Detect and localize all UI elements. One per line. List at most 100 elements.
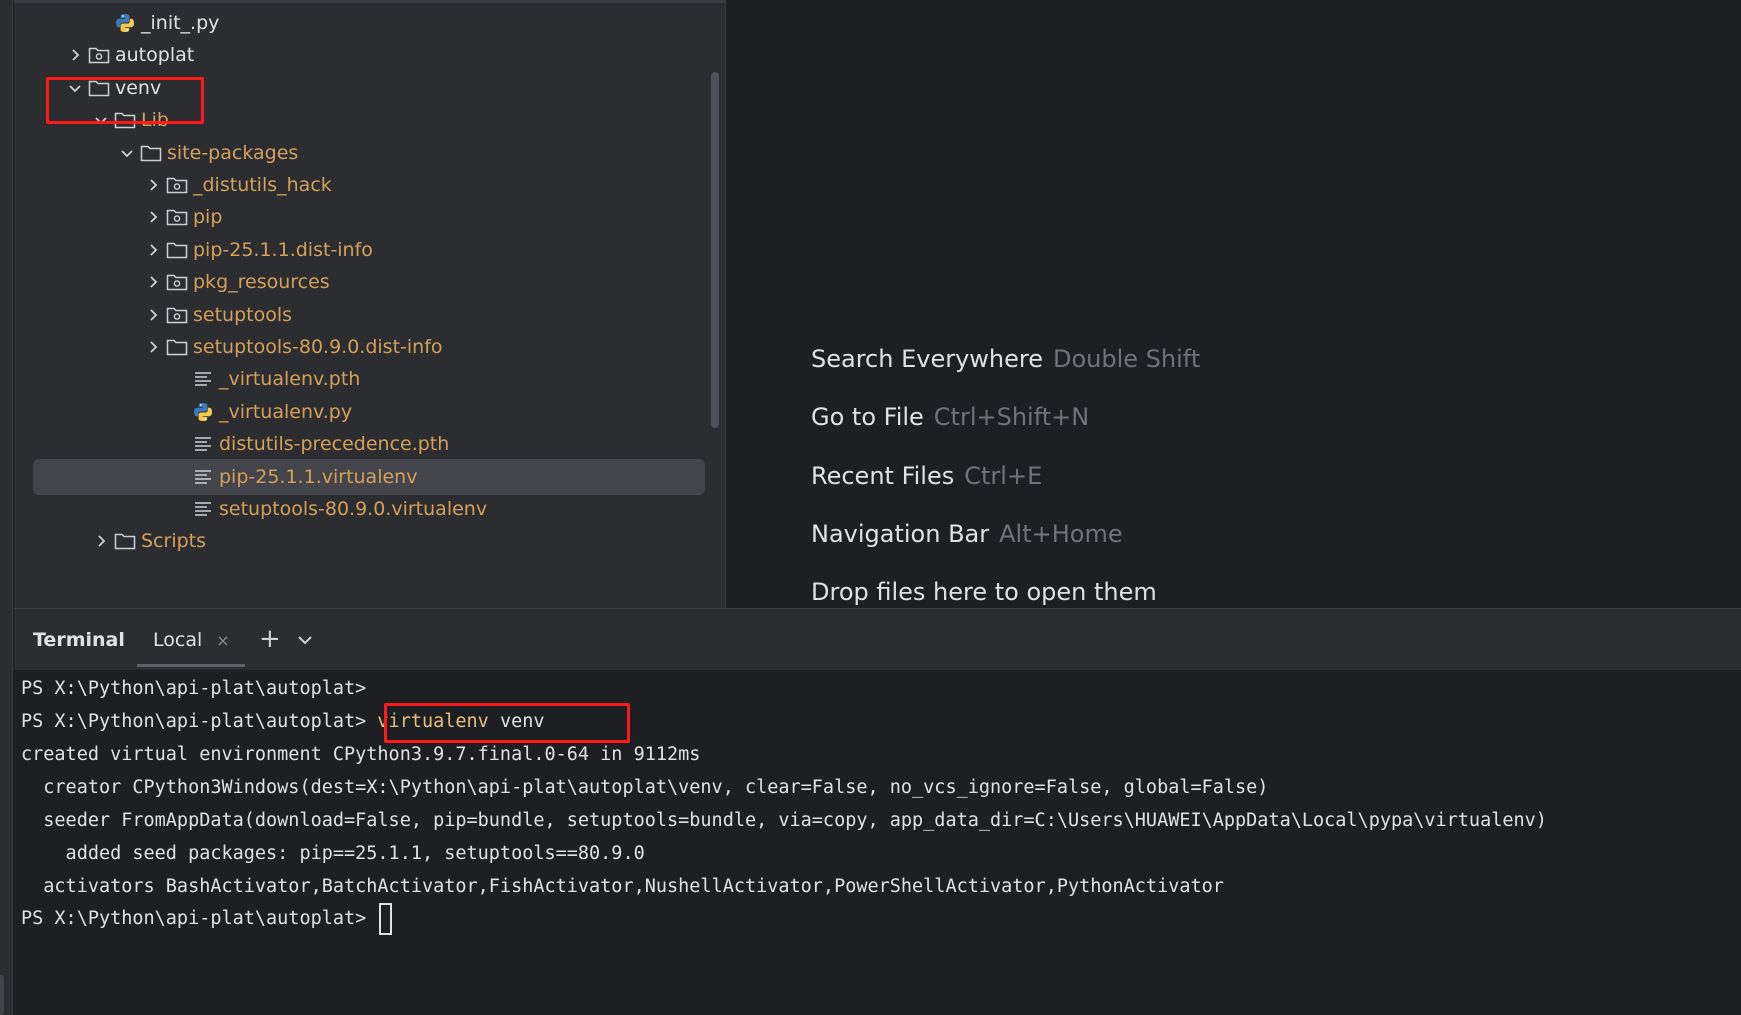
tree-row[interactable]: venv — [14, 70, 725, 106]
welcome-hint: Navigation Bar Alt+Home — [811, 520, 1123, 548]
welcome-hint: Drop files here to open them — [811, 578, 1157, 606]
chevron-down-icon[interactable] — [117, 143, 137, 163]
terminal-line-text: created virtual environment CPython3.9.7… — [21, 744, 701, 765]
terminal-output[interactable]: PS X:\Python\api-plat\autoplat> PS X:\Pyt… — [14, 670, 1741, 1015]
tree-row-label: _init_.py — [141, 12, 220, 34]
tree-row-label: Lib — [141, 109, 169, 132]
tree-row-label: setuptools-80.9.0.virtualenv — [219, 498, 488, 520]
close-icon[interactable]: × — [216, 631, 229, 650]
python-file-icon — [113, 12, 137, 34]
tree-row[interactable]: Lib — [14, 102, 725, 138]
panel-top-border — [14, 0, 725, 3]
new-terminal-tab-button[interactable]: + — [259, 625, 281, 653]
folder-icon — [139, 142, 163, 164]
chevron-down-icon[interactable] — [294, 629, 316, 651]
terminal-line-text: PS X:\Python\api-plat\autoplat> — [21, 711, 378, 732]
terminal-title: Terminal — [33, 629, 125, 651]
terminal-tab-local[interactable]: Local × — [137, 609, 245, 671]
chevron-down-icon[interactable] — [91, 110, 111, 130]
tree-row-label: _virtualenv.py — [219, 400, 353, 423]
text-file-icon — [191, 466, 215, 488]
tree-row[interactable]: _virtualenv.py — [14, 394, 725, 430]
terminal-line-text: added seed packages: pip==25.1.1, setupt… — [21, 843, 645, 864]
tree-row[interactable]: setuptools — [14, 297, 725, 333]
terminal-line-text: creator CPython3Windows(dest=X:\Python\a… — [21, 777, 1269, 798]
chevron-right-icon[interactable] — [91, 531, 111, 551]
hint-shortcut: Ctrl+E — [964, 462, 1043, 490]
tree-row[interactable]: pip — [14, 199, 725, 235]
tree-row-selected[interactable]: pip-25.1.1.virtualenv — [33, 458, 705, 495]
folder-icon — [87, 77, 111, 99]
tree-row-label: pip-25.1.1.virtualenv — [219, 465, 418, 488]
editor-empty-state: Search Everywhere Double Shift Go to File C… — [727, 0, 1741, 608]
tree-row[interactable]: autoplat — [14, 37, 725, 73]
text-file-icon — [191, 498, 215, 520]
tree-row-label: pip-25.1.1.dist-info — [193, 238, 373, 261]
terminal-line: PS X:\Python\api-plat\autoplat> virtuale… — [21, 705, 545, 738]
hint-label: Go to File — [811, 403, 924, 431]
chevron-right-icon[interactable] — [143, 240, 163, 260]
hint-shortcut: Ctrl+Shift+N — [933, 403, 1090, 431]
chevron-right-icon[interactable] — [143, 272, 163, 292]
welcome-hint: Recent Files Ctrl+E — [811, 462, 1042, 490]
tree-row[interactable]: pkg_resources — [14, 264, 725, 300]
package-folder-icon — [165, 304, 189, 326]
project-tree-panel: _init_.py autoplat venv Lib site-packages _di… — [14, 0, 726, 608]
terminal-cursor — [379, 903, 393, 935]
chevron-right-icon[interactable] — [143, 305, 163, 325]
chevron-right-icon[interactable] — [65, 45, 85, 65]
package-folder-icon — [87, 44, 111, 66]
text-file-icon — [191, 433, 215, 455]
terminal-line-text: PS X:\Python\api-plat\autoplat> — [21, 908, 378, 929]
tree-row-label: pip — [193, 206, 223, 229]
package-folder-icon — [165, 271, 189, 293]
folder-icon — [165, 336, 189, 358]
text-file-icon — [191, 368, 215, 390]
tree-row[interactable]: _virtualenv.pth — [14, 361, 725, 397]
terminal-command-args: venv — [488, 711, 545, 732]
terminal-line: activators BashActivator,BatchActivator,… — [21, 870, 1224, 903]
tree-row-label: setuptools — [193, 303, 293, 326]
hint-label: Navigation Bar — [811, 520, 990, 548]
active-tab-indicator — [137, 664, 245, 667]
tree-row-label: Scripts — [141, 530, 207, 553]
tree-row[interactable]: distutils-precedence.pth — [14, 426, 725, 462]
hint-label: Recent Files — [811, 462, 955, 490]
tree-row-label: site-packages — [167, 141, 299, 164]
terminal-line: added seed packages: pip==25.1.1, setupt… — [21, 837, 645, 870]
tree-row[interactable]: pip-25.1.1.dist-info — [14, 232, 725, 268]
tree-row[interactable]: _distutils_hack — [14, 167, 725, 203]
tree-row[interactable]: site-packages — [14, 135, 725, 171]
tree-row[interactable]: setuptools-80.9.0.dist-info — [14, 329, 725, 365]
left-tool-gutter — [0, 0, 13, 1015]
tree-row-label: setuptools-80.9.0.dist-info — [193, 336, 443, 358]
tree-row[interactable]: setuptools-80.9.0.virtualenv — [14, 491, 725, 527]
hint-label: Drop files here to open them — [811, 578, 1157, 606]
terminal-toolbar: Terminal Local × + — [14, 608, 1741, 670]
tree-row-label: autoplat — [115, 44, 195, 67]
gutter-handle[interactable] — [0, 975, 4, 1015]
chevron-right-icon[interactable] — [143, 337, 163, 357]
terminal-command: virtualenv — [377, 711, 489, 732]
chevron-down-icon[interactable] — [65, 78, 85, 98]
terminal-line: seeder FromAppData(download=False, pip=b… — [21, 804, 1547, 837]
tree-scrollbar[interactable] — [711, 72, 719, 428]
terminal-line: creator CPython3Windows(dest=X:\Python\a… — [21, 771, 1268, 804]
terminal-line: created virtual environment CPython3.9.7… — [21, 738, 700, 771]
tree-row-label: venv — [115, 76, 162, 99]
hint-shortcut: Double Shift — [1053, 345, 1201, 373]
tree-row-label: _distutils_hack — [193, 174, 332, 196]
terminal-line-text: seeder FromAppData(download=False, pip=b… — [21, 810, 1547, 831]
chevron-right-icon[interactable] — [143, 175, 163, 195]
tree-row[interactable]: _init_.py — [14, 5, 725, 41]
package-folder-icon — [165, 206, 189, 228]
tree-row[interactable]: Scripts — [14, 523, 725, 559]
package-folder-icon — [165, 174, 189, 196]
chevron-right-icon[interactable] — [143, 207, 163, 227]
terminal-line-text: activators BashActivator,BatchActivator,… — [21, 876, 1224, 897]
